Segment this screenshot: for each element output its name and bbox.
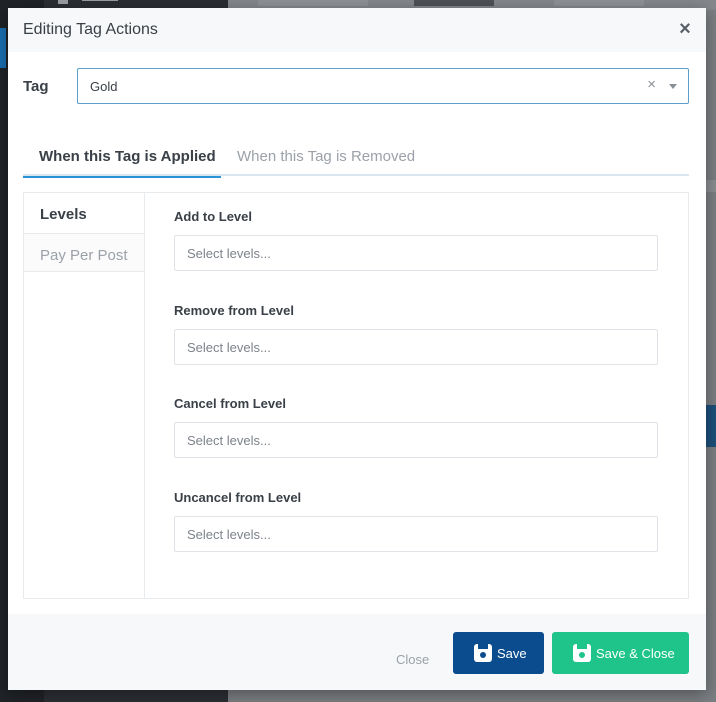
cancel-from-level-field: Cancel from Level [174, 396, 659, 458]
background-tab [258, 0, 368, 6]
close-icon[interactable]: × [674, 18, 696, 40]
field-label: Add to Level [174, 209, 253, 224]
chevron-down-icon[interactable] [669, 84, 677, 89]
background-tab [414, 0, 494, 6]
background-sidebar-accent [0, 28, 6, 68]
tab-when-applied[interactable]: When this Tag is Applied [23, 142, 221, 178]
side-item-levels[interactable]: Levels [24, 193, 144, 232]
side-item-pay-per-post[interactable]: Pay Per Post [24, 233, 144, 272]
save-button[interactable]: Save [453, 632, 544, 674]
clear-icon[interactable]: × [647, 76, 656, 93]
tag-actions-modal: Editing Tag Actions × Tag Gold × When th… [8, 8, 706, 690]
add-to-level-input[interactable] [174, 235, 658, 271]
floppy-disk-icon [474, 644, 492, 662]
uncancel-from-level-field: Uncancel from Level [174, 490, 659, 552]
background-tab [554, 0, 644, 6]
cancel-from-level-input[interactable] [174, 422, 658, 458]
modal-footer: Close Save Save & Close [8, 614, 706, 690]
tag-event-tabs: When this Tag is Applied When this Tag i… [23, 142, 689, 178]
action-type-nav: Levels Pay Per Post [24, 193, 145, 598]
close-button[interactable]: Close [396, 652, 429, 667]
tag-selected-value: Gold [90, 79, 118, 94]
save-and-close-button[interactable]: Save & Close [552, 632, 689, 674]
remove-from-level-input[interactable] [174, 329, 658, 365]
tab-when-removed[interactable]: When this Tag is Removed [221, 142, 431, 176]
background-sidebar-item [58, 0, 168, 6]
tag-label: Tag [23, 78, 49, 95]
save-and-close-button-label: Save & Close [596, 646, 675, 661]
actions-panel: Levels Pay Per Post Add to Level Remove … [23, 192, 689, 599]
floppy-disk-icon [573, 644, 591, 662]
add-to-level-field: Add to Level [174, 209, 659, 271]
tag-select[interactable]: Gold × [77, 68, 689, 104]
uncancel-from-level-input[interactable] [174, 516, 658, 552]
modal-header: Editing Tag Actions × [8, 8, 706, 52]
remove-from-level-field: Remove from Level [174, 303, 659, 365]
modal-title: Editing Tag Actions [23, 21, 158, 38]
field-label: Cancel from Level [174, 396, 286, 411]
field-label: Uncancel from Level [174, 490, 302, 505]
save-button-label: Save [497, 646, 527, 661]
field-label: Remove from Level [174, 303, 294, 318]
